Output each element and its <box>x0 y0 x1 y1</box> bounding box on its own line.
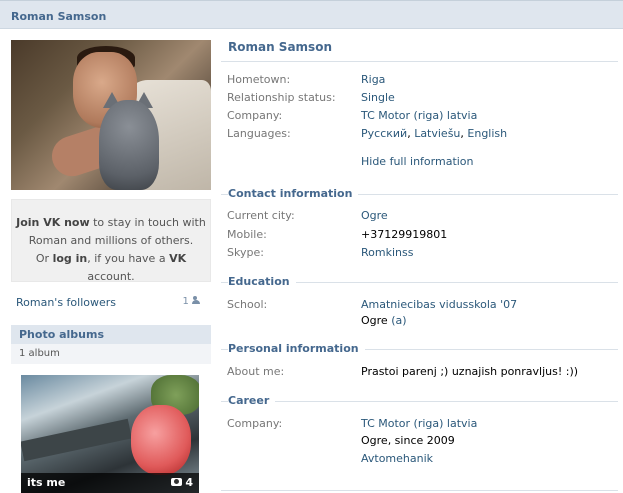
info-row-relationship: Relationship status: Single <box>227 91 617 107</box>
followers-label: Roman's followers <box>16 296 117 309</box>
mobile-value: +37129919801 <box>361 228 448 241</box>
career-location: Ogre, since 2009 <box>361 434 455 447</box>
language-link[interactable]: Latviešu <box>414 127 460 140</box>
languages-value: Русский, Latviešu, English <box>361 127 508 140</box>
album-name: its me <box>27 476 66 489</box>
contact-row-city: Current city: Ogre <box>227 209 617 225</box>
followers-link[interactable]: Roman's followers 1 <box>16 296 206 309</box>
profile-photo[interactable] <box>11 40 211 190</box>
language-link[interactable]: Русский <box>361 127 407 140</box>
info-label: Company: <box>227 417 283 430</box>
section-divider <box>221 401 618 402</box>
followers-count: 1 <box>182 296 202 307</box>
school-link[interactable]: Amatniecibas vidusskola '07 <box>361 298 517 311</box>
photo-albums-count: 1 album <box>11 344 211 364</box>
info-label: Mobile: <box>227 228 267 241</box>
personal-section-title: Personal information <box>228 342 365 355</box>
contact-row-skype: Skype: Romkinss <box>227 246 617 262</box>
info-row-company: Company: TC Motor (riga) latvia <box>227 109 617 125</box>
info-label: Relationship status: <box>227 91 336 104</box>
info-label: Company: <box>227 109 283 122</box>
album-dashboard <box>21 418 132 462</box>
info-label: Skype: <box>227 246 264 259</box>
name-divider <box>221 61 618 62</box>
people-icon <box>192 296 202 304</box>
contact-section-title: Contact information <box>228 187 359 200</box>
education-section-title: Education <box>228 275 296 288</box>
career-row-company: Company: TC Motor (riga) latvia <box>227 417 617 433</box>
career-company-link[interactable]: TC Motor (riga) latvia <box>361 417 477 430</box>
school-class-link[interactable]: (a) <box>391 314 406 327</box>
education-row-city: Ogre (a) <box>227 314 617 330</box>
company-link[interactable]: TC Motor (riga) latvia <box>361 109 477 122</box>
about-me-value: Prastoi parenj ;) uznajish ponravljus! :… <box>361 365 579 378</box>
info-label: Hometown: <box>227 73 291 86</box>
contact-row-mobile: Mobile: +37129919801 <box>227 228 617 244</box>
career-position-link[interactable]: Avtomehanik <box>361 452 433 465</box>
join-vk-link[interactable]: Join VK now <box>16 216 90 229</box>
album-caption: its me 4 <box>21 473 199 493</box>
skype-link[interactable]: Romkinss <box>361 246 413 259</box>
join-line-3: Or log in, if you have a VK account. <box>35 252 187 283</box>
login-link[interactable]: log in <box>53 252 88 265</box>
info-label: School: <box>227 298 268 311</box>
hide-full-information-link[interactable]: Hide full information <box>361 155 474 168</box>
page-header-title: Roman Samson <box>11 10 107 23</box>
page-header: Roman Samson <box>0 0 623 29</box>
profile-name: Roman Samson <box>228 40 332 54</box>
photo-cat <box>99 100 159 190</box>
join-box: Join VK now to stay in touch with Roman … <box>11 199 211 283</box>
join-line-1: Join VK now to stay in touch with <box>16 216 206 229</box>
photo-albums-header[interactable]: Photo albums <box>11 325 211 344</box>
album-flower <box>131 405 191 475</box>
bottom-divider <box>221 490 618 491</box>
info-label: About me: <box>227 365 285 378</box>
hide-info-row: Hide full information <box>227 155 617 171</box>
personal-row-about: About me: Prastoi parenj ;) uznajish pon… <box>227 365 617 381</box>
career-section-title: Career <box>228 394 276 407</box>
career-row-position: Avtomehanik <box>227 452 617 468</box>
info-label: Languages: <box>227 127 291 140</box>
hometown-link[interactable]: Riga <box>361 73 385 86</box>
info-label: Current city: <box>227 209 295 222</box>
relationship-link[interactable]: Single <box>361 91 395 104</box>
language-link[interactable]: English <box>467 127 507 140</box>
vk-brand: VK <box>169 252 187 265</box>
album-thumbnail[interactable]: its me 4 <box>21 375 199 493</box>
info-row-languages: Languages: Русский, Latviešu, English <box>227 127 617 143</box>
current-city-link[interactable]: Ogre <box>361 209 388 222</box>
education-row-school: School: Amatniecibas vidusskola '07 <box>227 298 617 314</box>
info-row-hometown: Hometown: Riga <box>227 73 617 89</box>
career-row-location: Ogre, since 2009 <box>227 434 617 450</box>
join-line-2: Roman and millions of others. <box>28 234 194 247</box>
school-city: Ogre (a) <box>361 314 407 327</box>
camera-icon <box>171 478 183 486</box>
album-photo-count: 4 <box>171 476 193 489</box>
